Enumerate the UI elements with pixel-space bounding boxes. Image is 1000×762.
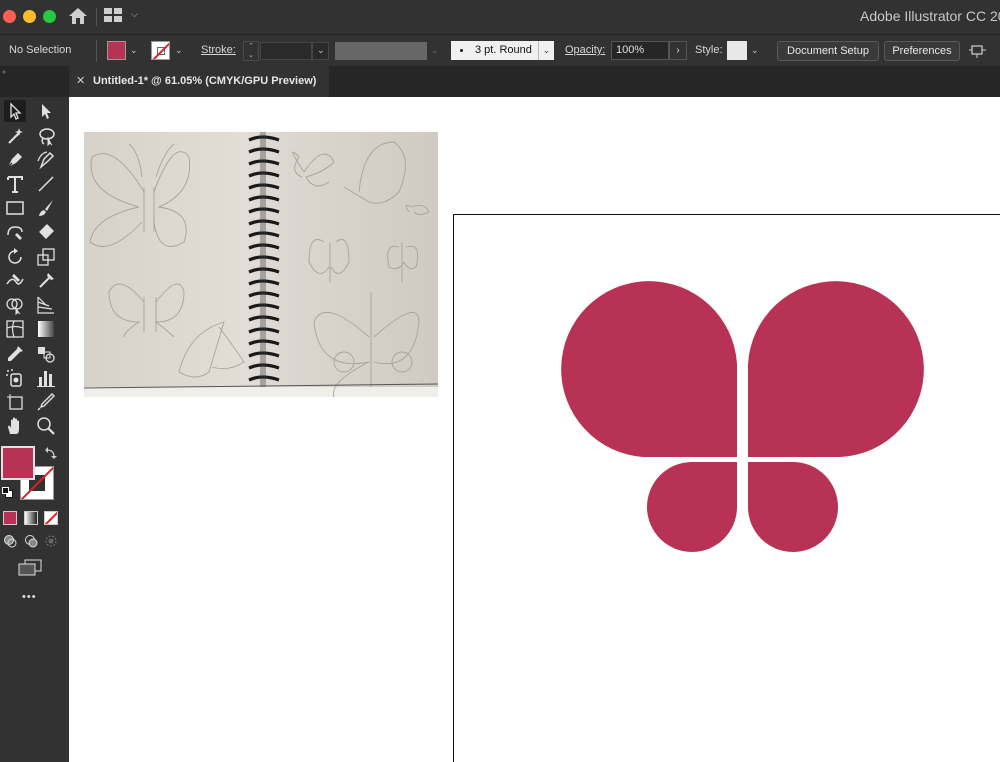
gradient-tool-icon[interactable] (35, 318, 57, 340)
curvature-tool-icon[interactable] (35, 149, 57, 171)
stroke-weight-stepper[interactable]: ⌃ ⌄ (243, 41, 259, 61)
tab-title: Untitled-1* @ 61.05% (CMYK/GPU Preview) (93, 75, 317, 87)
eyedropper-tool-icon[interactable] (4, 343, 26, 365)
rotate-tool-icon[interactable] (4, 246, 26, 268)
app-title: Adobe Illustrator CC 20 (860, 8, 1000, 24)
tools-panel: ••• (0, 97, 69, 762)
document-tab-bar: ‹‹ ✕ Untitled-1* @ 61.05% (CMYK/GPU Prev… (0, 66, 1000, 97)
profile-chevron-icon[interactable]: ⌄ (431, 45, 439, 56)
upper-right-wing (748, 281, 924, 457)
paintbrush-tool-icon[interactable] (35, 197, 57, 219)
artboard[interactable] (453, 214, 1000, 762)
eraser-tool-icon[interactable] (35, 221, 57, 243)
minimize-window-button[interactable] (23, 10, 36, 23)
document-setup-button[interactable]: Document Setup (777, 41, 879, 61)
scale-tool-icon[interactable] (35, 246, 57, 268)
arrange-documents-icon[interactable] (969, 43, 987, 59)
stroke-weight-dropdown[interactable]: ⌄ (312, 42, 329, 60)
mesh-tool-icon[interactable] (4, 318, 26, 340)
variable-width-profile[interactable] (335, 42, 427, 60)
control-divider (96, 40, 97, 62)
symbol-sprayer-tool-icon[interactable] (4, 367, 26, 389)
close-tab-icon[interactable]: ✕ (76, 74, 85, 87)
lower-left-wing (647, 462, 737, 552)
style-chevron-icon[interactable]: ⌄ (751, 45, 759, 56)
draw-inside-icon[interactable] (44, 534, 58, 548)
stroke-chevron-icon[interactable]: ⌄ (175, 45, 183, 56)
default-colors-icon[interactable] (2, 487, 13, 498)
blend-tool-icon[interactable] (35, 343, 57, 365)
opacity-expand-button[interactable]: › (669, 41, 687, 60)
graphic-style-swatch[interactable] (727, 41, 747, 60)
none-mode-button[interactable] (44, 511, 58, 525)
screen-mode-icon[interactable] (18, 559, 42, 577)
rectangle-tool-icon[interactable] (4, 197, 26, 219)
document-canvas[interactable] (69, 97, 1000, 762)
brush-chevron-icon[interactable]: ⌄ (538, 41, 554, 60)
shape-builder-tool-icon[interactable] (4, 294, 26, 316)
lasso-tool-icon[interactable] (35, 125, 57, 147)
maximize-window-button[interactable] (43, 10, 56, 23)
edit-toolbar-more-icon[interactable]: ••• (22, 591, 37, 603)
brush-value: 3 pt. Round (475, 44, 532, 56)
fill-chevron-icon[interactable]: ⌄ (130, 45, 138, 56)
zoom-tool-icon[interactable] (35, 415, 57, 437)
title-bar: ⌵ Adobe Illustrator CC 20 (0, 0, 1000, 34)
opacity-label[interactable]: Opacity: (565, 44, 605, 56)
collapse-panel-icon[interactable]: ‹‹ (2, 69, 6, 76)
artboard-tool-icon[interactable] (4, 391, 26, 413)
control-bar: No Selection ⌄ ⌄ Stroke: ⌃ ⌄ ⌄ ⌄ 3 pt. Ro… (0, 34, 1000, 66)
stroke-label[interactable]: Stroke: (201, 44, 236, 56)
swap-colors-icon[interactable] (45, 447, 57, 459)
type-tool-icon[interactable] (4, 173, 26, 195)
placed-sketch-image[interactable] (84, 132, 438, 397)
lower-right-wing (748, 462, 838, 552)
upper-left-wing (561, 281, 737, 457)
magic-wand-tool-icon[interactable] (4, 125, 26, 147)
puppet-warp-tool-icon[interactable] (35, 270, 57, 292)
color-mode-button[interactable] (3, 511, 17, 525)
title-divider (96, 8, 97, 26)
workspace-switcher-icon[interactable] (104, 8, 122, 22)
gradient-mode-button[interactable] (24, 511, 38, 525)
preferences-button[interactable]: Preferences (884, 41, 960, 61)
slice-tool-icon[interactable] (35, 391, 57, 413)
direct-selection-tool-icon[interactable] (35, 100, 57, 122)
opacity-field[interactable]: 100% (611, 41, 669, 60)
tab-untitled-1[interactable]: ✕ Untitled-1* @ 61.05% (CMYK/GPU Preview… (69, 66, 329, 97)
stroke-color-swatch[interactable] (151, 41, 170, 60)
close-window-button[interactable] (3, 10, 16, 23)
perspective-grid-tool-icon[interactable] (35, 294, 57, 316)
shaper-tool-icon[interactable] (4, 221, 26, 243)
draw-normal-icon[interactable] (3, 534, 17, 548)
selection-status: No Selection (9, 44, 72, 56)
stroke-weight-field[interactable] (260, 42, 312, 60)
warp-tool-icon[interactable] (4, 270, 26, 292)
fill-color-swatch[interactable] (107, 41, 126, 60)
fill-color-box[interactable] (1, 446, 35, 480)
home-icon[interactable] (68, 7, 88, 25)
hand-tool-icon[interactable] (4, 415, 26, 437)
chevron-down-icon[interactable]: ⌵ (131, 9, 138, 20)
brush-definition-dropdown[interactable]: 3 pt. Round (451, 41, 538, 60)
draw-behind-icon[interactable] (24, 534, 38, 548)
pen-tool-icon[interactable] (4, 149, 26, 171)
line-segment-tool-icon[interactable] (35, 173, 57, 195)
column-graph-tool-icon[interactable] (35, 367, 57, 389)
selection-tool-icon[interactable] (4, 100, 26, 122)
style-label: Style: (695, 44, 723, 56)
